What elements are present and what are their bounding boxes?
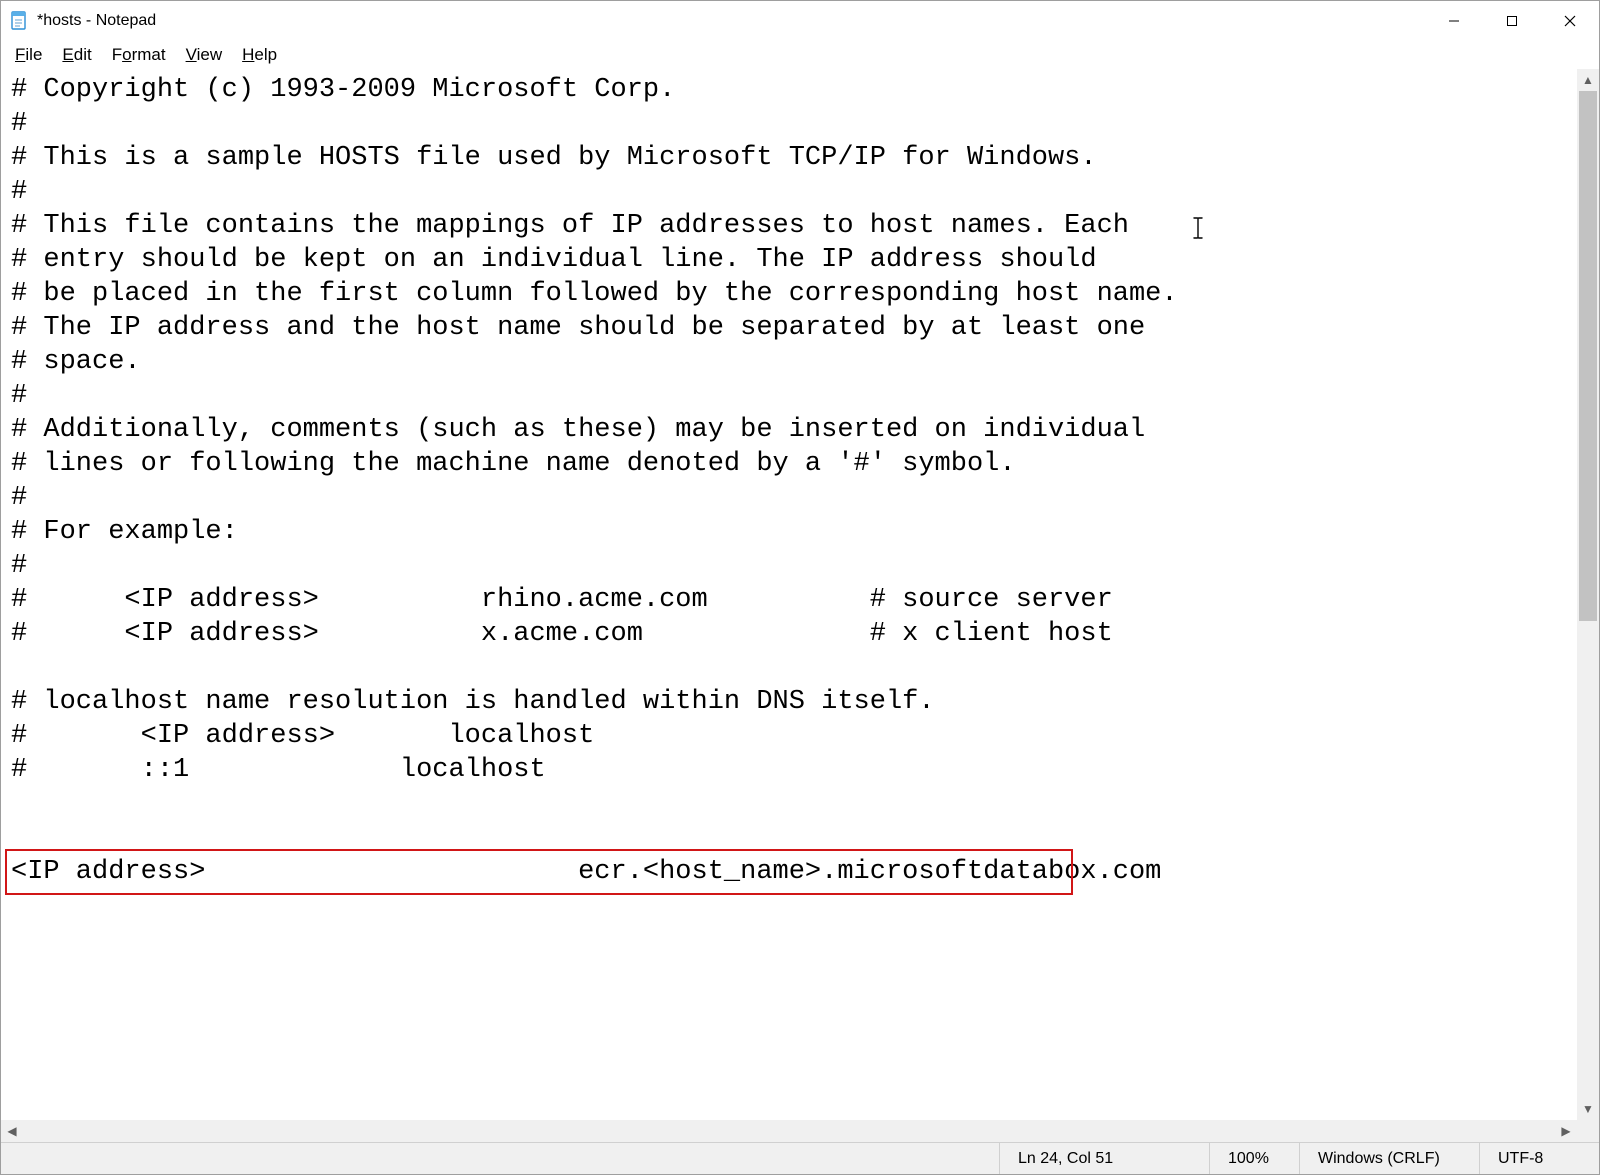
editor-line: # <IP address> x.acme.com # x client hos…: [11, 617, 1589, 651]
editor-line: # This is a sample HOSTS file used by Mi…: [11, 141, 1589, 175]
editor-line: # For example:: [11, 515, 1589, 549]
editor-line: #: [11, 481, 1589, 515]
editor-line: [11, 651, 1589, 685]
status-zoom: 100%: [1209, 1143, 1299, 1174]
window-controls: [1425, 1, 1599, 41]
scroll-left-icon[interactable]: ◀: [1, 1120, 23, 1142]
menu-file-rest: ile: [25, 45, 42, 64]
editor-line: # <IP address> localhost: [11, 719, 1589, 753]
menu-format[interactable]: Format: [102, 43, 176, 67]
menu-view-rest: iew: [197, 45, 223, 64]
editor-line: # <IP address> rhino.acme.com # source s…: [11, 583, 1589, 617]
vertical-scrollbar-thumb[interactable]: [1579, 91, 1597, 621]
horizontal-scrollbar[interactable]: ◀ ▶: [1, 1120, 1577, 1142]
editor-line: # space.: [11, 345, 1589, 379]
editor-line: <IP address> ecr.<host_name>.microsoftda…: [11, 855, 1589, 889]
status-encoding: UTF-8: [1479, 1143, 1599, 1174]
editor-line: #: [11, 175, 1589, 209]
editor-line: # Copyright (c) 1993-2009 Microsoft Corp…: [11, 73, 1589, 107]
minimize-button[interactable]: [1425, 1, 1483, 41]
editor-line: # ::1 localhost: [11, 753, 1589, 787]
maximize-button[interactable]: [1483, 1, 1541, 41]
scroll-right-icon[interactable]: ▶: [1555, 1120, 1577, 1142]
title-bar: *hosts - Notepad: [1, 1, 1599, 41]
scroll-up-icon[interactable]: ▲: [1577, 69, 1599, 91]
menu-help-rest: elp: [254, 45, 277, 64]
editor-area: # Copyright (c) 1993-2009 Microsoft Corp…: [1, 69, 1599, 1142]
menu-edit[interactable]: Edit: [52, 43, 101, 67]
editor-line: [11, 787, 1589, 821]
editor-line: # entry should be kept on an individual …: [11, 243, 1589, 277]
editor-line: # The IP address and the host name shoul…: [11, 311, 1589, 345]
editor-line: #: [11, 549, 1589, 583]
menu-edit-rest: dit: [74, 45, 92, 64]
editor-line: #: [11, 379, 1589, 413]
notepad-window: *hosts - Notepad File Edit Format View H…: [0, 0, 1600, 1175]
menu-help[interactable]: Help: [232, 43, 287, 67]
scroll-down-icon[interactable]: ▼: [1577, 1098, 1599, 1120]
status-bar: Ln 24, Col 51 100% Windows (CRLF) UTF-8: [1, 1142, 1599, 1174]
editor-line: # localhost name resolution is handled w…: [11, 685, 1589, 719]
menu-bar: File Edit Format View Help: [1, 41, 1599, 69]
window-title: *hosts - Notepad: [37, 12, 156, 30]
editor-line: # This file contains the mappings of IP …: [11, 209, 1589, 243]
close-button[interactable]: [1541, 1, 1599, 41]
editor-line: #: [11, 107, 1589, 141]
text-editor[interactable]: # Copyright (c) 1993-2009 Microsoft Corp…: [1, 69, 1599, 1142]
menu-file[interactable]: File: [5, 43, 52, 67]
editor-line: # be placed in the first column followed…: [11, 277, 1589, 311]
editor-line: # Additionally, comments (such as these)…: [11, 413, 1589, 447]
editor-line: # lines or following the machine name de…: [11, 447, 1589, 481]
notepad-icon: [9, 11, 29, 31]
status-position: Ln 24, Col 51: [999, 1143, 1209, 1174]
menu-format-rest: rmat: [132, 45, 166, 64]
menu-view[interactable]: View: [176, 43, 233, 67]
status-line-ending: Windows (CRLF): [1299, 1143, 1479, 1174]
editor-line: [11, 821, 1589, 855]
scroll-corner: [1577, 1120, 1599, 1142]
vertical-scrollbar[interactable]: ▲ ▼: [1577, 69, 1599, 1120]
